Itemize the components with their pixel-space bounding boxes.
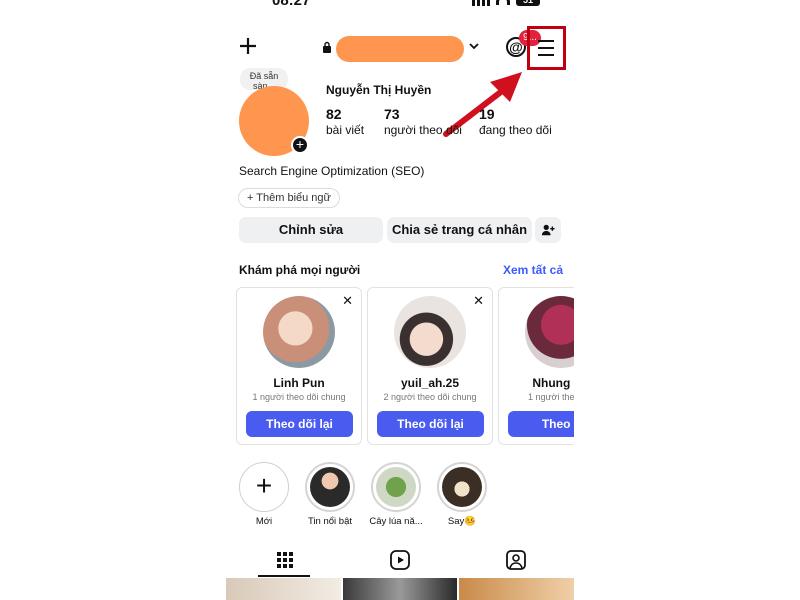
post-thumbnail[interactable] [226, 578, 341, 600]
suggestion-name[interactable]: Linh Pun [237, 376, 361, 390]
stat-posts[interactable]: 82 bài viết [326, 106, 364, 137]
highlight-item[interactable]: Tin nổi bật [302, 462, 358, 527]
suggestion-avatar[interactable] [525, 296, 574, 368]
share-profile-button[interactable]: Chia sẻ trang cá nhân [387, 217, 532, 243]
suggestion-name[interactable]: Nhung Ng [499, 376, 574, 390]
follow-back-button[interactable]: Theo dõi lại [377, 411, 484, 437]
lock-icon [323, 41, 331, 53]
status-time: 08:27 [272, 0, 311, 9]
highlight-label: Mới [255, 516, 273, 527]
stat-label: đang theo dõi [479, 123, 552, 137]
suggestion-carousel[interactable]: ✕ Linh Pun 1 người theo dõi chung Theo d… [236, 287, 574, 447]
follow-back-button[interactable]: Theo dõi lại [246, 411, 353, 437]
grid-icon[interactable] [273, 549, 297, 571]
status-icons: 51 [472, 0, 540, 6]
highlight-item[interactable]: Cây lúa nă... [368, 462, 424, 527]
highlight-label: Tin nổi bật [307, 516, 352, 527]
stat-value: 19 [479, 106, 495, 122]
highlight-label: Cây lúa nă... [369, 516, 423, 527]
chevron-down-icon[interactable] [468, 40, 480, 52]
dismiss-icon[interactable]: ✕ [342, 293, 353, 309]
full-name: Nguyễn Thị Huyền [326, 83, 432, 97]
stat-value: 73 [384, 106, 400, 122]
follow-back-button[interactable]: Theo d [508, 411, 574, 437]
highlight-new[interactable]: + Mới [236, 462, 292, 527]
battery-icon: 51 [516, 0, 540, 6]
suggestion-card[interactable]: Nhung Ng 1 người theo dõi Theo d [498, 287, 574, 445]
post-thumbnail[interactable] [459, 578, 575, 600]
add-story-icon[interactable]: + [291, 136, 309, 154]
signal-icon [472, 0, 490, 6]
suggestion-avatar[interactable] [263, 296, 335, 368]
dismiss-icon[interactable]: ✕ [473, 293, 484, 309]
suggestion-card[interactable]: ✕ Linh Pun 1 người theo dõi chung Theo d… [236, 287, 362, 445]
suggestion-mutual: 1 người theo dõi chung [252, 392, 346, 402]
see-all-link[interactable]: Xem tất cả [503, 263, 563, 277]
suggestion-avatar[interactable] [394, 296, 466, 368]
tagged-icon[interactable] [504, 549, 528, 571]
edit-profile-button[interactable]: Chỉnh sửa [239, 217, 383, 243]
wifi-icon [496, 0, 510, 5]
bio: Search Engine Optimization (SEO) [239, 164, 425, 178]
stat-label: người theo dõi [384, 123, 462, 137]
stat-label: bài viết [326, 123, 365, 137]
active-tab-indicator [258, 575, 310, 577]
discover-title: Khám phá mọi người [239, 263, 361, 277]
stat-following[interactable]: 19 đang theo dõi [479, 106, 552, 137]
highlight-item[interactable]: Say🤒 [434, 462, 490, 527]
stat-value: 82 [326, 106, 342, 122]
add-banner-button[interactable]: + Thêm biểu ngữ [238, 188, 340, 208]
suggestion-mutual: 2 người theo dõi chung [383, 392, 477, 402]
plus-icon: + [239, 462, 289, 512]
discover-people-button[interactable] [535, 217, 561, 243]
stat-followers[interactable]: 73 người theo dõi [384, 106, 462, 137]
highlight-label: Say🤒 [447, 516, 477, 527]
suggestion-name[interactable]: yuil_ah.25 [368, 376, 492, 390]
suggestion-mutual: 1 người theo dõi [528, 392, 574, 402]
suggestion-card[interactable]: ✕ yuil_ah.25 2 người theo dõi chung Theo… [367, 287, 493, 445]
create-plus-icon[interactable] [238, 36, 258, 56]
reels-icon[interactable] [388, 549, 412, 571]
post-thumbnail[interactable] [342, 578, 458, 600]
add-user-icon [541, 224, 555, 236]
posts-grid[interactable] [226, 578, 575, 600]
